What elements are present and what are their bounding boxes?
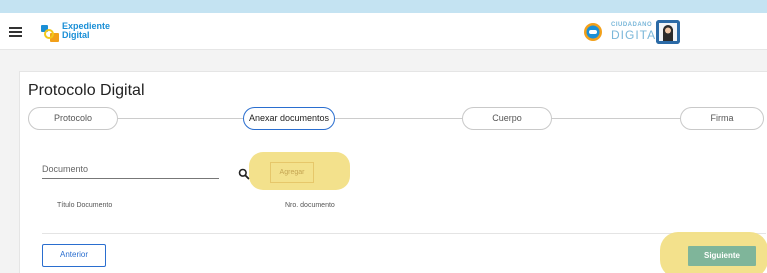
agregar-button[interactable]: Agregar xyxy=(270,162,314,183)
menu-icon[interactable] xyxy=(9,27,22,37)
step-firma[interactable]: Firma xyxy=(680,107,764,130)
step-anexar-documentos[interactable]: Anexar documentos xyxy=(243,107,335,130)
step-protocolo[interactable]: Protocolo xyxy=(28,107,118,130)
section-divider xyxy=(42,233,766,234)
expediente-logo-icon xyxy=(41,25,59,42)
stepper-connector xyxy=(552,118,680,119)
ciudadano-digital-logo-icon xyxy=(584,23,602,41)
user-avatar-icon[interactable] xyxy=(656,20,680,44)
protocol-card: Protocolo Digital Protocolo Anexar docum… xyxy=(19,71,767,273)
brand-name: Expediente Digital xyxy=(62,21,111,40)
stepper-connector xyxy=(335,118,462,119)
siguiente-button[interactable]: Siguiente xyxy=(688,246,756,266)
step-cuerpo[interactable]: Cuerpo xyxy=(462,107,552,130)
browser-top-strip xyxy=(0,0,767,13)
stepper-connector xyxy=(118,118,243,119)
app-header: Expediente Digital CIUDADANO DIGITAL xyxy=(0,13,767,50)
anterior-button[interactable]: Anterior xyxy=(42,244,106,267)
page-title: Protocolo Digital xyxy=(28,82,145,99)
documento-input[interactable] xyxy=(42,178,219,179)
column-nro-documento: Nro. documento xyxy=(285,202,335,209)
documento-field-label[interactable]: Documento xyxy=(42,164,88,174)
column-titulo-documento: Título Documento xyxy=(57,202,113,209)
